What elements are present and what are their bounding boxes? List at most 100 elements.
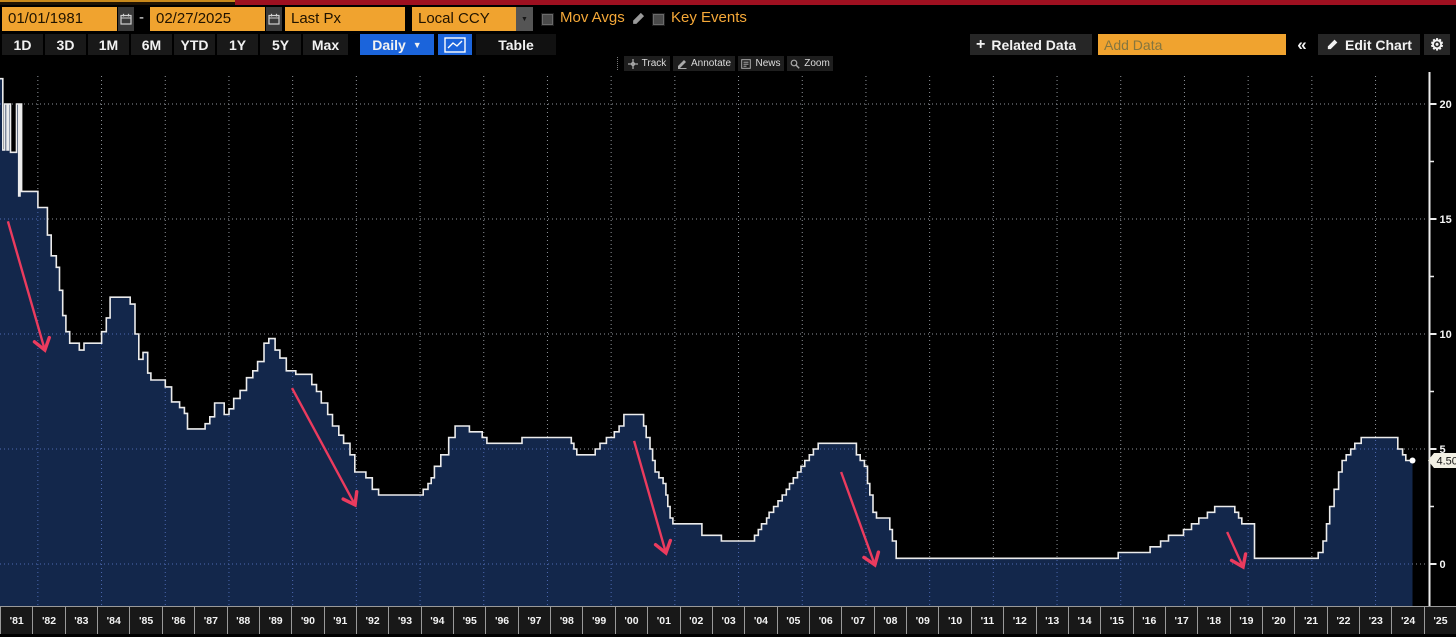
chart-plot-area[interactable]: 051015204.50: [0, 72, 1456, 606]
calendar-icon: [268, 13, 280, 25]
year-label: '11: [971, 607, 1003, 634]
key-events-checkbox[interactable]: [652, 13, 665, 26]
y-axis-tick-label: 15: [1440, 214, 1452, 226]
range-button-max[interactable]: Max: [303, 34, 348, 55]
year-label: '97: [518, 607, 550, 634]
year-label: '09: [906, 607, 938, 634]
year-label: '95: [453, 607, 485, 634]
year-label: '08: [874, 607, 906, 634]
year-label: '19: [1230, 607, 1262, 634]
year-label: '04: [744, 607, 776, 634]
year-label: '92: [356, 607, 388, 634]
magnifier-icon: [790, 59, 800, 69]
x-axis-year-row: '81'82'83'84'85'86'87'88'89'90'91'92'93'…: [0, 606, 1456, 634]
year-label: '89: [259, 607, 291, 634]
year-label: '94: [421, 607, 453, 634]
year-label: '91: [324, 607, 356, 634]
date-range-separator: -: [139, 9, 144, 26]
range-button-ytd[interactable]: YTD: [174, 34, 215, 55]
calendar-icon: [120, 13, 132, 25]
edit-chart-button[interactable]: Edit Chart: [1318, 34, 1420, 55]
range-button-3d[interactable]: 3D: [45, 34, 86, 55]
year-label: '93: [388, 607, 420, 634]
year-label: '22: [1327, 607, 1359, 634]
svg-text:4.50: 4.50: [1437, 456, 1456, 468]
annotate-pencil-icon: [677, 59, 687, 69]
table-button[interactable]: Table: [476, 34, 556, 55]
period-label: Daily: [372, 37, 405, 53]
top-strip-left: [0, 0, 235, 5]
mov-avgs-edit-button[interactable]: [631, 11, 646, 31]
track-button[interactable]: Track: [624, 56, 670, 71]
year-label: '00: [615, 607, 647, 634]
year-label: '99: [582, 607, 614, 634]
edit-chart-label: Edit Chart: [1345, 37, 1412, 53]
range-button-1d[interactable]: 1D: [2, 34, 43, 55]
year-label: '85: [129, 607, 161, 634]
mov-avgs-label: Mov Avgs: [560, 9, 625, 26]
year-label: '82: [32, 607, 64, 634]
year-label: '21: [1294, 607, 1326, 634]
date-from-calendar-button[interactable]: [118, 7, 134, 31]
plus-icon: +: [976, 36, 985, 54]
key-events-label: Key Events: [671, 9, 747, 26]
year-label: '20: [1262, 607, 1294, 634]
year-label: '88: [227, 607, 259, 634]
year-label: '90: [291, 607, 323, 634]
add-data-input[interactable]: [1098, 34, 1286, 55]
price-field-selector[interactable]: Last Px: [285, 7, 405, 31]
last-price-marker: [1409, 458, 1415, 464]
year-label: '01: [647, 607, 679, 634]
currency-dropdown-button[interactable]: ▼: [516, 7, 533, 31]
area-fill: [0, 79, 1412, 606]
mini-toolbar-separator: [617, 57, 618, 70]
year-label: '23: [1359, 607, 1391, 634]
news-label: News: [755, 58, 780, 69]
collapse-panel-button[interactable]: «: [1290, 34, 1314, 55]
chevron-down-icon: ▼: [413, 40, 422, 50]
top-strip-right: [235, 0, 1456, 5]
currency-selector[interactable]: Local CCY: [412, 7, 516, 31]
range-button-6m[interactable]: 6M: [131, 34, 172, 55]
news-icon: [741, 59, 751, 69]
year-label: '24: [1391, 607, 1423, 634]
y-axis: 05101520: [1430, 72, 1452, 606]
year-label: '96: [485, 607, 517, 634]
year-label: '17: [1165, 607, 1197, 634]
related-data-label: Related Data: [991, 37, 1076, 53]
date-to-field[interactable]: 02/27/2025: [150, 7, 265, 31]
year-label: '16: [1133, 607, 1165, 634]
year-label: '02: [680, 607, 712, 634]
year-label: '83: [65, 607, 97, 634]
year-label: '18: [1197, 607, 1229, 634]
year-label: '13: [1036, 607, 1068, 634]
zoom-label: Zoom: [804, 58, 830, 69]
date-to-calendar-button[interactable]: [266, 7, 282, 31]
range-button-5y[interactable]: 5Y: [260, 34, 301, 55]
period-dropdown[interactable]: Daily ▼: [360, 34, 434, 55]
year-label: '12: [1003, 607, 1035, 634]
year-label: '05: [777, 607, 809, 634]
mov-avgs-checkbox[interactable]: [541, 13, 554, 26]
chart-settings-button[interactable]: ⚙: [1424, 34, 1450, 55]
pencil-icon: [1326, 38, 1339, 51]
y-axis-tick-label: 20: [1440, 99, 1452, 111]
year-label: '06: [809, 607, 841, 634]
range-button-1m[interactable]: 1M: [88, 34, 129, 55]
annotate-button[interactable]: Annotate: [673, 56, 735, 71]
date-from-field[interactable]: 01/01/1981: [2, 7, 117, 31]
year-label: '10: [938, 607, 970, 634]
year-label: '25: [1424, 607, 1456, 634]
line-chart-type-button[interactable]: [438, 34, 472, 55]
range-button-1y[interactable]: 1Y: [217, 34, 258, 55]
zoom-button[interactable]: Zoom: [787, 56, 833, 71]
last-price-tag: 4.50: [1428, 453, 1456, 468]
chevron-down-icon: ▼: [521, 16, 528, 23]
related-data-button[interactable]: + Related Data: [970, 34, 1092, 55]
year-label: '03: [712, 607, 744, 634]
year-label: '87: [194, 607, 226, 634]
track-label: Track: [642, 58, 667, 69]
gear-icon: ⚙: [1430, 35, 1444, 55]
annotate-label: Annotate: [691, 58, 731, 69]
news-button[interactable]: News: [738, 56, 784, 71]
